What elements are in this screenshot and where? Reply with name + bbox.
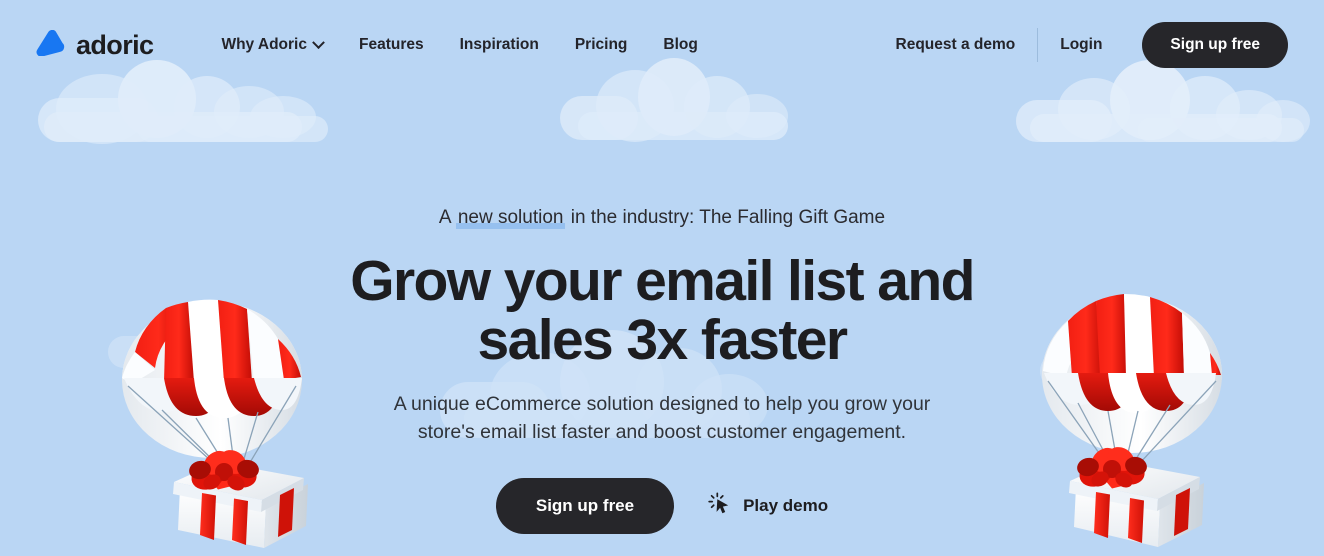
hero-eyebrow-highlight: new solution — [455, 207, 566, 229]
hero-subcopy-line-2: store's email list faster and boost cust… — [417, 420, 907, 443]
login-link[interactable]: Login — [1038, 36, 1124, 54]
hero-eyebrow-suffix: in the industry: The Falling Gift Game — [565, 207, 886, 228]
nav-item-label: Blog — [663, 36, 698, 53]
nav-item-inspiration[interactable]: Inspiration — [460, 36, 539, 54]
play-demo-button[interactable]: Play demo — [707, 491, 828, 520]
nav-item-blog[interactable]: Blog — [663, 36, 697, 54]
header-actions: Request a demo Login Sign up free — [874, 22, 1288, 68]
play-demo-label: Play demo — [743, 495, 829, 515]
hero-subcopy: A unique eCommerce solution designed to … — [0, 391, 1324, 446]
hero-headline-line-2: sales 3x faster — [477, 307, 849, 372]
nav-item-label: Why Adoric — [221, 36, 307, 53]
brand-logo-link[interactable]: adoric — [36, 29, 154, 61]
hero-headline-line-1: Grow your email list and — [350, 248, 975, 313]
hero-eyebrow: A new solution in the industry: The Fall… — [0, 207, 1324, 230]
signup-free-button[interactable]: Sign up free — [1142, 22, 1288, 68]
chevron-down-icon — [312, 35, 325, 49]
hero-cta-row: Sign up free Play demo — [0, 477, 1324, 534]
nav-item-pricing[interactable]: Pricing — [575, 36, 628, 54]
request-demo-link[interactable]: Request a demo — [874, 36, 1038, 54]
nav-item-label: Pricing — [574, 36, 628, 53]
primary-navigation: Why Adoric Features Inspiration Pricing … — [221, 35, 698, 54]
nav-item-features[interactable]: Features — [359, 36, 424, 54]
nav-item-label: Features — [358, 36, 424, 53]
adoric-triangle-logo-icon — [36, 29, 66, 61]
cursor-click-icon — [707, 491, 731, 520]
brand-wordmark: adoric — [76, 29, 154, 60]
nav-item-why-adoric[interactable]: Why Adoric — [221, 35, 325, 54]
nav-item-label: Inspiration — [459, 36, 539, 53]
hero-signup-free-button[interactable]: Sign up free — [495, 477, 675, 534]
site-header: adoric Why Adoric Features Inspiration P… — [0, 0, 1324, 90]
hero-section: A new solution in the industry: The Fall… — [0, 90, 1324, 534]
hero-eyebrow-prefix: A — [438, 207, 456, 228]
hero-subcopy-line-1: A unique eCommerce solution designed to … — [393, 393, 931, 416]
hero-headline: Grow your email list and sales 3x faster — [0, 248, 1324, 372]
